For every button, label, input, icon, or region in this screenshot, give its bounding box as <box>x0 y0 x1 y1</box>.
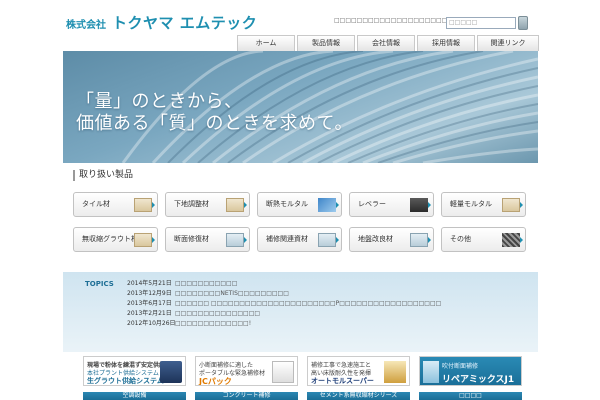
topic-date: 2014年5月21日 <box>127 280 172 287</box>
product-tile[interactable]: 断面修復材 <box>165 227 250 252</box>
product-tile[interactable]: その他 <box>441 227 526 252</box>
nav-item-company[interactable]: 会社情報 <box>357 35 415 51</box>
topic-text[interactable]: □□□□□□□□NETIS□□□□□□□□□ <box>175 289 289 298</box>
product-thumbnail <box>502 198 520 212</box>
logo-prefix: 株式会社 <box>66 20 106 31</box>
products-heading: 取り扱い製品 <box>73 170 133 181</box>
banner-automol-super[interactable]: 補修工事で急速施工と 高い床版耐久性を発揮 オートモルスーパー <box>307 356 410 386</box>
topic-date: 2012年10月26日 <box>127 320 176 327</box>
banner-line: 吹付断面補修 <box>442 363 479 370</box>
product-tile[interactable]: 軽量モルタル <box>441 192 526 217</box>
banner-title: 生グラウト供給システム <box>87 377 164 385</box>
product-thumbnail <box>318 198 336 212</box>
product-thumbnail <box>134 198 152 212</box>
arrow-right-icon <box>152 237 155 243</box>
topic-date: 2013年6月17日 <box>127 300 172 307</box>
product-pack-image <box>272 361 294 383</box>
arrow-right-icon <box>520 237 523 243</box>
product-tile[interactable]: レベラー <box>349 192 434 217</box>
product-tile[interactable]: 断熱モルタル <box>257 192 342 217</box>
search-button[interactable] <box>518 16 528 30</box>
topic-row[interactable]: 2013年6月17日 □□□□□□ □□□□□□□□□□□□□□□□□□□□□□… <box>127 299 441 308</box>
product-thumbnail <box>134 233 152 247</box>
topic-text[interactable]: □□□□□□ □□□□□□□□□□□□□□□□□□□□□□P□□□□□□□□□□… <box>175 299 441 308</box>
topic-row[interactable]: 2012年10月26日 □□□□□□□□□□□□□! <box>127 319 251 328</box>
banner-title: オートモルスーパー <box>311 377 374 385</box>
banner-title: リペアミックスJ1 <box>442 375 515 385</box>
hero-headline-line2: 価値ある「質」のときを求めて。 <box>76 113 353 134</box>
nav-item-links[interactable]: 関連リンク <box>477 35 539 51</box>
arrow-right-icon <box>336 237 339 243</box>
topics-heading: TOPICS <box>85 280 114 288</box>
product-thumbnail <box>410 233 428 247</box>
product-thumbnail <box>502 233 520 247</box>
category-bar[interactable]: □□□□ <box>419 392 522 400</box>
category-bar[interactable]: コンクリート補修 <box>195 392 298 400</box>
product-bag-image <box>423 361 439 383</box>
arrow-right-icon <box>520 202 523 208</box>
banner-title: JCパック <box>199 377 232 386</box>
topic-row[interactable]: 2014年5月21日 □□□□□□□□□□□ <box>127 279 237 288</box>
arrow-right-icon <box>244 202 247 208</box>
product-label: 断面修復材 <box>174 235 209 243</box>
product-tile[interactable]: 地盤改良材 <box>349 227 434 252</box>
hero-banner: 「量」のときから、 価値ある「質」のときを求めて。 <box>63 51 538 163</box>
product-thumbnail <box>318 233 336 247</box>
arrow-right-icon <box>244 237 247 243</box>
banner-repair-mix[interactable]: 吹付断面補修 リペアミックスJ1 <box>419 356 522 386</box>
global-nav: ホーム 製品情報 会社情報 採用情報 関連リンク <box>237 35 539 51</box>
arrow-right-icon <box>152 202 155 208</box>
product-label: 下地調整材 <box>174 200 209 208</box>
product-label: 軽量モルタル <box>450 200 492 208</box>
product-tile[interactable]: 下地調整材 <box>165 192 250 217</box>
topic-row[interactable]: 2013年2月21日 □□□□□□□□□□□□□□□ <box>127 309 260 318</box>
arrow-right-icon <box>428 202 431 208</box>
banner-jc-pack[interactable]: 小断面補修に適した ポータブルな緊急補修材 JCパック <box>195 356 298 386</box>
product-thumbnail <box>410 198 428 212</box>
promo-banners: 現場で粉体を練混ず安定供給 本社プラント供給システム 生グラウト供給システム 小… <box>83 356 529 400</box>
topic-text[interactable]: □□□□□□□□□□□□□□□ <box>175 309 260 318</box>
product-label: その他 <box>450 235 471 243</box>
truck-image <box>160 361 182 383</box>
product-tile[interactable]: 補修関連資材 <box>257 227 342 252</box>
product-label: 断熱モルタル <box>266 200 308 208</box>
topic-text[interactable]: □□□□□□□□□□□□□! <box>175 319 251 328</box>
search-input[interactable]: □□□□□ <box>446 17 516 29</box>
topic-text[interactable]: □□□□□□□□□□□ <box>175 279 237 288</box>
product-label: 補修関連資材 <box>266 235 308 243</box>
product-grid: タイル材 下地調整材 断熱モルタル レベラー 軽量モルタル 無収縮グラウト材 断… <box>73 192 529 252</box>
arrow-right-icon <box>336 202 339 208</box>
product-thumbnail <box>226 233 244 247</box>
product-label: レベラー <box>358 200 386 208</box>
product-label: 無収縮グラウト材 <box>82 235 138 243</box>
category-bar[interactable]: セメント系無収縮材シリーズ <box>307 392 410 400</box>
product-thumbnail <box>226 198 244 212</box>
product-label: 地盤改良材 <box>358 235 393 243</box>
product-bag-image <box>384 361 406 383</box>
topic-date: 2013年12月9日 <box>127 290 172 297</box>
nav-item-recruit[interactable]: 採用情報 <box>417 35 475 51</box>
topics-panel: TOPICS 2014年5月21日 □□□□□□□□□□□ 2013年12月9日… <box>63 272 538 352</box>
site-logo[interactable]: 株式会社 トクヤマ エムテック <box>66 12 257 32</box>
product-label: タイル材 <box>82 200 110 208</box>
nav-item-products[interactable]: 製品情報 <box>297 35 355 51</box>
product-tile[interactable]: タイル材 <box>73 192 158 217</box>
topic-row[interactable]: 2013年12月9日 □□□□□□□□NETIS□□□□□□□□□ <box>127 289 289 298</box>
product-tile[interactable]: 無収縮グラウト材 <box>73 227 158 252</box>
arrow-right-icon <box>428 237 431 243</box>
topic-date: 2013年2月21日 <box>127 310 172 317</box>
logo-name: トクヤマ エムテック <box>112 14 258 32</box>
banner-grout-system[interactable]: 現場で粉体を練混ず安定供給 本社プラント供給システム 生グラウト供給システム <box>83 356 186 386</box>
category-bar[interactable]: 空調設備 <box>83 392 186 400</box>
nav-item-home[interactable]: ホーム <box>237 35 295 51</box>
